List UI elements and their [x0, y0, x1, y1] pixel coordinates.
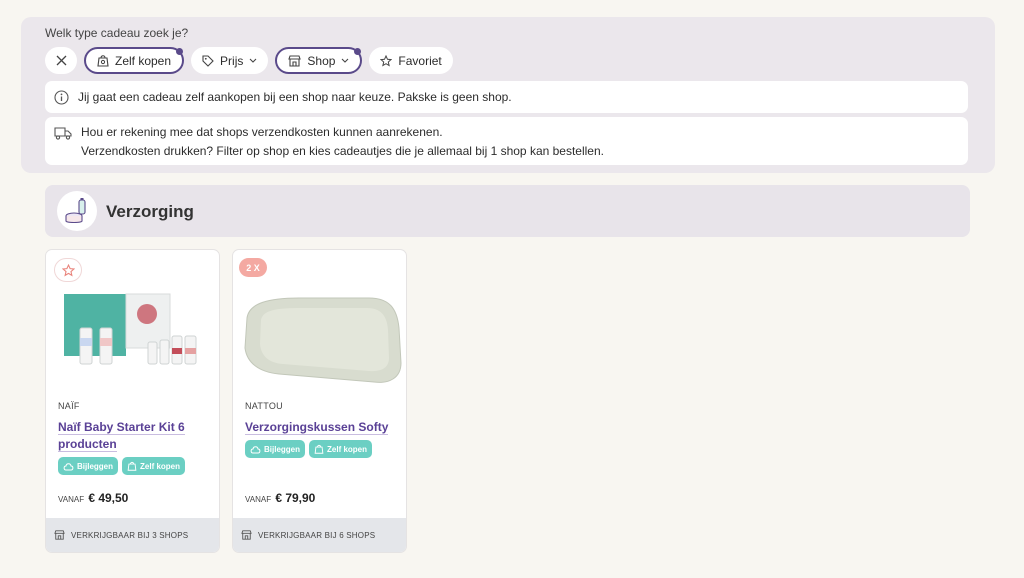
- shops-label: VERKRIJGBAAR BIJ 3 SHOPS: [71, 530, 189, 540]
- filter-question: Welk type cadeau zoek je?: [45, 26, 189, 40]
- tag-label: Bijleggen: [264, 444, 301, 454]
- chevron-down-icon: [342, 58, 349, 63]
- chevron-down-icon: [250, 58, 257, 63]
- price-tag-icon: [202, 54, 214, 67]
- filter-chip-prijs[interactable]: Prijs: [191, 47, 269, 74]
- tag-zelf-kopen: Zelf kopen: [122, 457, 186, 475]
- quantity-badge: 2 X: [239, 258, 267, 277]
- product-image: [64, 293, 197, 365]
- shops-label: VERKRIJGBAAR BIJ 6 SHOPS: [258, 530, 376, 540]
- clear-filters-button[interactable]: [45, 47, 77, 74]
- filter-chip-zelf-kopen[interactable]: Zelf kopen: [84, 47, 185, 74]
- close-icon: [56, 55, 66, 66]
- active-dot: [354, 48, 362, 55]
- product-tags: Bijleggen Zelf kopen: [58, 457, 186, 475]
- filter-chip-shop[interactable]: Shop: [275, 47, 363, 74]
- chip-label: Prijs: [220, 53, 244, 68]
- product-name-link[interactable]: Verzorgingskussen Softy: [245, 419, 395, 436]
- info-message-zelf-kopen: Jij gaat een cadeau zelf aankopen bij ee…: [45, 81, 968, 113]
- category-title: Verzorging: [106, 202, 194, 221]
- chip-label: Favoriet: [398, 53, 442, 68]
- star-icon: [380, 54, 393, 67]
- info-text: Hou er rekening mee dat shops verzendkos…: [81, 125, 443, 139]
- info-message-verzendkosten: Hou er rekening mee dat shops verzendkos…: [45, 117, 968, 165]
- store-icon: [288, 54, 302, 67]
- price-prefix: VANAF: [58, 495, 85, 504]
- product-name-link[interactable]: Naïf Baby Starter Kit 6 producten: [58, 419, 208, 453]
- tag-zelf-kopen: Zelf kopen: [309, 440, 373, 458]
- gift-bag-icon: [127, 461, 137, 471]
- price-value: € 79,90: [275, 491, 316, 505]
- filter-chips: Zelf kopen Prijs Shop Favoriet: [45, 47, 453, 74]
- product-card[interactable]: 2 X NATTOU Verzorgingskussen Softy Bijle…: [232, 249, 407, 553]
- price-prefix: VANAF: [245, 495, 272, 504]
- delivery-truck-icon: [54, 127, 72, 140]
- chip-label: Zelf kopen: [115, 53, 172, 68]
- product-price: VANAF € 49,50: [58, 491, 128, 505]
- product-tags: Bijleggen Zelf kopen: [245, 440, 373, 458]
- store-icon: [241, 530, 252, 540]
- tag-bijleggen: Bijleggen: [58, 457, 119, 475]
- shops-availability[interactable]: VERKRIJGBAAR BIJ 3 SHOPS: [46, 518, 219, 552]
- product-brand: NATTOU: [245, 401, 283, 411]
- info-icon: [54, 89, 69, 105]
- product-card[interactable]: NAÏF Naïf Baby Starter Kit 6 producten B…: [45, 249, 220, 553]
- gift-bag-icon: [97, 55, 109, 67]
- product-name: Naïf Baby Starter Kit 6 producten: [58, 420, 185, 452]
- tag-label: Zelf kopen: [140, 461, 181, 471]
- info-text: Verzendkosten drukken? Filter op shop en…: [81, 144, 604, 158]
- cloud-icon: [63, 462, 74, 470]
- category-header: Verzorging: [45, 185, 970, 237]
- active-dot: [176, 48, 184, 55]
- info-text: Jij gaat een cadeau zelf aankopen bij ee…: [78, 89, 512, 104]
- store-icon: [54, 530, 65, 540]
- shops-availability[interactable]: VERKRIJGBAAR BIJ 6 SHOPS: [233, 518, 406, 552]
- baby-care-icon: [57, 191, 97, 231]
- price-value: € 49,50: [88, 491, 129, 505]
- product-name: Verzorgingskussen Softy: [245, 420, 389, 435]
- tag-label: Zelf kopen: [327, 444, 368, 454]
- tag-bijleggen: Bijleggen: [245, 440, 306, 458]
- product-price: VANAF € 79,90: [245, 491, 315, 505]
- product-brand: NAÏF: [58, 401, 80, 411]
- filter-panel: Welk type cadeau zoek je? Zelf kopen Pri…: [21, 17, 995, 173]
- tag-label: Bijleggen: [77, 461, 114, 471]
- gift-bag-icon: [314, 444, 324, 454]
- chip-label: Shop: [307, 53, 336, 68]
- cloud-icon: [250, 445, 261, 453]
- filter-chip-favoriet[interactable]: Favoriet: [369, 47, 453, 74]
- product-image: [244, 297, 402, 383]
